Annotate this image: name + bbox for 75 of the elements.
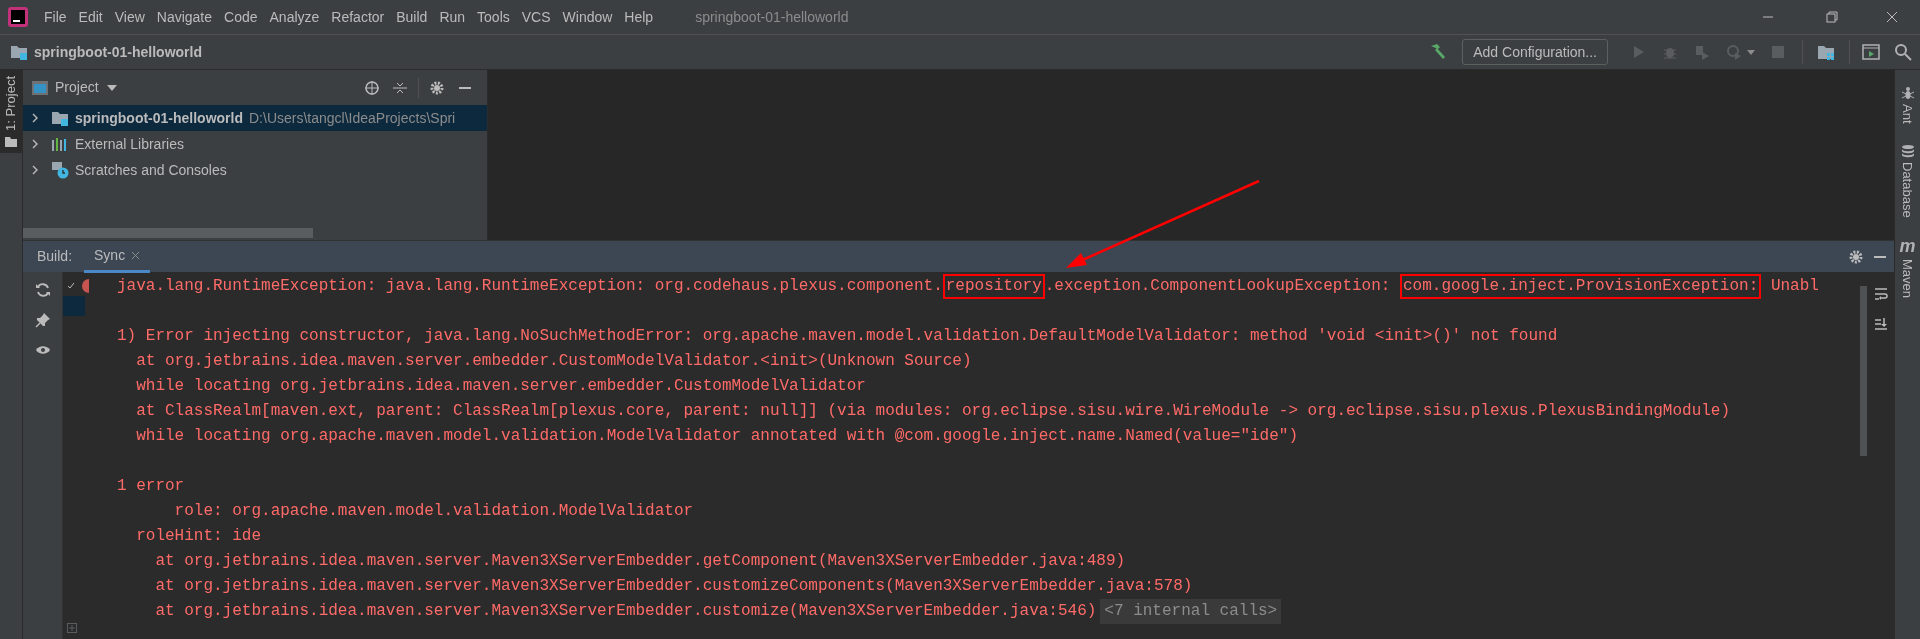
- restore-icon[interactable]: [1824, 9, 1840, 25]
- log-line: role: org.apache.maven.model.validation.ModelValidator: [173, 501, 694, 522]
- menu-item[interactable]: Edit: [72, 6, 109, 28]
- log-line: at ClassRealm[maven.ext, parent: ClassRealm[plexus.core, parent: null]] (via modules: org.eclipse.sisu.wire.WireModule -> org.eclipse.sisu.plexus.PlexusBindingModule): [135, 401, 1731, 422]
- build-label: Build:: [37, 247, 73, 266]
- app-logo-icon: [8, 7, 28, 27]
- settings-icon[interactable]: [429, 79, 445, 96]
- module-folder-icon: [10, 44, 28, 60]
- folder-icon: [5, 136, 17, 147]
- tool-window-tab[interactable]: Database: [1897, 143, 1918, 218]
- internal-calls-link[interactable]: <7 internal calls>: [1100, 599, 1282, 624]
- tree-label: External Libraries: [75, 134, 184, 154]
- menu-item[interactable]: Help: [618, 6, 660, 28]
- log-line: 1 error: [117, 476, 185, 497]
- module-folder-icon: [51, 110, 69, 126]
- log-line: while locating org.apache.maven.model.validation.ModelValidator annotated with @com.google.inject.name.Named(value="ide"): [135, 426, 1298, 447]
- pin-icon[interactable]: [34, 312, 51, 328]
- dropdown-caret-icon[interactable]: [1746, 47, 1756, 57]
- folder-grid-icon[interactable]: [1817, 43, 1835, 61]
- tree-label: Scratches and Consoles: [75, 160, 227, 180]
- tree-item[interactable]: springboot-01-helloworld D:\Users\tangcl\IdeaProjects\Spri: [23, 105, 487, 131]
- menu-item[interactable]: File: [38, 6, 73, 28]
- highlighted-text: repository: [942, 274, 1045, 299]
- menu-item[interactable]: Run: [433, 6, 472, 28]
- maven-m-icon: m: [1899, 237, 1916, 256]
- settings-icon[interactable]: [1848, 248, 1864, 265]
- close-icon[interactable]: [1884, 9, 1900, 25]
- log-line: while locating org.jetbrains.idea.maven.server.embedder.CustomModelValidator: [135, 376, 866, 397]
- search-icon[interactable]: [1894, 43, 1912, 61]
- tree-path: D:\Users\tangcl\IdeaProjects\Spri: [249, 108, 456, 128]
- ant-icon: [1900, 86, 1915, 100]
- menu-item[interactable]: VCS: [515, 6, 557, 28]
- refresh-icon[interactable]: [34, 282, 51, 298]
- project-breadcrumb[interactable]: springboot-01-helloworld: [34, 41, 202, 63]
- tool-window-tab[interactable]: m Maven: [1897, 237, 1918, 299]
- menu-item[interactable]: Tools: [471, 6, 516, 28]
- log-line: 1) Error injecting constructor, java.lang.NoSuchMethodError: org.apache.maven.model.validation.DefaultModelValidator: method 'void <init>()' not found: [117, 326, 1558, 347]
- tool-window-tab[interactable]: 1: Project: [0, 70, 23, 153]
- log-line: roleHint: ide: [135, 526, 262, 547]
- sync-tab[interactable]: Sync: [84, 240, 151, 273]
- log-line: at org.jetbrains.idea.maven.server.Maven3XServerEmbedder.getComponent(Maven3XServerEmbedder.java:489): [154, 551, 1126, 572]
- check-mark-icon: [67, 282, 75, 290]
- window-run-icon[interactable]: [1862, 43, 1880, 61]
- menu-item[interactable]: View: [108, 6, 151, 28]
- log-text: Unabl: [1769, 276, 1819, 297]
- close-icon: [131, 250, 141, 260]
- tree-label: springboot-01-helloworld: [75, 108, 243, 128]
- run-configuration-button[interactable]: Add Configuration...: [1462, 39, 1608, 65]
- project-view-dropdown[interactable]: Project: [55, 77, 117, 98]
- menu-item[interactable]: Analyze: [263, 6, 326, 28]
- database-icon: [1900, 143, 1915, 158]
- vertical-scrollbar[interactable]: [1860, 286, 1867, 456]
- menu-item[interactable]: Build: [390, 6, 434, 28]
- log-line: at org.jetbrains.idea.maven.server.embedder.CustomModelValidator.<init>(Unknown Source): [135, 351, 972, 372]
- highlighted-text: com.google.inject.ProvisionException:: [1400, 274, 1762, 299]
- window-icon: [31, 79, 49, 96]
- soft-wrap-icon[interactable]: [1873, 286, 1889, 302]
- log-line: at org.jetbrains.idea.maven.server.Maven3XServerEmbedder.customize(Maven3XServerEmbedder.java:546): [154, 601, 1097, 622]
- log-text: .exception.ComponentLookupException:: [1044, 276, 1392, 297]
- tree-item[interactable]: External Libraries: [23, 131, 487, 157]
- menu-item[interactable]: Refactor: [325, 6, 391, 28]
- window-title: springboot-01-helloworld: [695, 7, 849, 27]
- log-line: at org.jetbrains.idea.maven.server.Maven3XServerEmbedder.customizeComponents(Maven3XServerEmbedder.java:578): [154, 576, 1193, 597]
- horizontal-scrollbar[interactable]: [23, 228, 313, 238]
- library-bars-icon: [51, 136, 69, 152]
- crosshair-icon[interactable]: [364, 79, 380, 96]
- menu-item[interactable]: Window: [556, 6, 619, 28]
- tree-item[interactable]: Scratches and Consoles: [23, 157, 487, 183]
- caret-icon: [106, 84, 117, 91]
- tool-window-tab[interactable]: Ant: [1897, 86, 1918, 124]
- menu-item[interactable]: Code: [218, 6, 264, 28]
- console-clock-icon: [51, 161, 69, 179]
- menu-item[interactable]: Navigate: [150, 6, 219, 28]
- scroll-to-end-icon[interactable]: [1873, 316, 1889, 332]
- log-text: java.lang.RuntimeException: java.lang.RuntimeException: org.codehaus.plexus.component.: [117, 276, 943, 297]
